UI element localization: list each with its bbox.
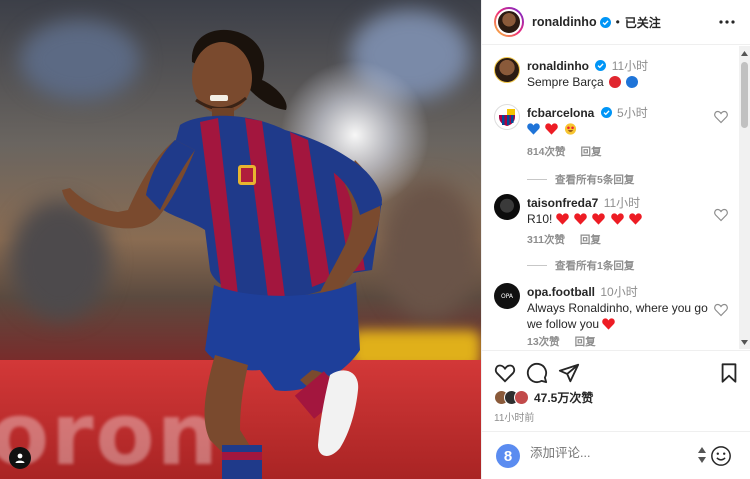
comment-username[interactable]: opa.football [527,285,595,299]
post-panel: ronaldinho • 已关注 ronaldinho 11小时 Sempre … [481,0,750,479]
red-heart-emoji [574,213,587,225]
verified-badge-icon [599,16,611,28]
likes-count[interactable]: 47.5万次赞 [534,389,593,406]
paper-plane-icon[interactable] [558,362,580,384]
comment-emojis [527,121,717,137]
user-silhouette-icon [15,453,25,463]
caption-username[interactable]: ronaldinho [527,59,589,73]
red-heart-emoji [545,123,559,135]
author-avatar[interactable] [494,7,524,37]
verified-badge-icon [595,60,607,71]
scroll-down-arrow-icon[interactable] [741,338,748,346]
view-replies-button[interactable]: 查看所有1条回复 [527,258,634,273]
emoji-picker-icon[interactable] [710,445,732,467]
star-struck-emoji [564,123,576,135]
comment-likes[interactable]: 13次赞 [527,336,560,348]
stepper-arrows-icon[interactable] [698,447,706,463]
comment-likes[interactable]: 814次赞 [527,146,566,158]
post-header: ronaldinho • 已关注 [482,0,750,45]
comment-text: Always Ronaldinho, where you go we follo… [527,301,708,331]
player-figure [62,29,382,479]
view-replies-button[interactable]: 查看所有5条回复 [527,172,634,187]
comment-username[interactable]: taisonfreda7 [527,196,598,210]
author-avatar[interactable] [494,57,520,83]
comment-meta: 311次赞 回复 [527,232,613,247]
verified-badge-icon [600,107,612,118]
comment-time[interactable]: 5小时 [617,106,648,120]
comment-time[interactable]: 11小时 [604,196,640,210]
caption-time[interactable]: 11小时 [612,59,648,73]
reply-button[interactable]: 回复 [580,234,601,246]
red-heart-emoji [602,318,616,330]
posted-time[interactable]: 11小时前 [494,409,534,424]
red-heart-emoji [629,213,642,225]
red-circle-emoji [609,76,622,88]
comment-composer: 8 [482,431,750,479]
bookmark-icon[interactable] [718,362,740,384]
blue-heart-emoji [527,123,540,135]
comment-meta: 13次赞 回复 [527,334,608,349]
taisonfreda7-avatar[interactable] [494,194,520,220]
heart-outline-icon[interactable] [714,110,728,124]
barca-crest-icon [499,109,515,126]
smiley-icon[interactable]: 8 [496,444,520,468]
tagged-user-icon[interactable] [9,447,31,469]
comment-username[interactable]: fcbarcelona [527,106,594,120]
view-replies-label: 查看所有1条回复 [555,260,635,272]
reply-button[interactable]: 回复 [580,146,601,158]
opa-football-avatar[interactable]: OPA [494,283,520,309]
red-heart-emoji [610,213,624,225]
post-actions: 47.5万次赞 11小时前 [482,350,750,440]
fcbarcelona-avatar[interactable] [494,104,520,130]
heart-outline-icon[interactable] [714,208,728,222]
red-heart-emoji [592,213,606,225]
comment-meta: 814次赞 回复 [527,144,613,159]
comment-likes[interactable]: 311次赞 [527,234,565,246]
heart-outline-icon[interactable] [714,303,728,317]
speech-bubble-icon[interactable] [526,362,548,384]
red-heart-emoji [555,213,569,225]
follow-status-button[interactable]: 已关注 [625,14,661,31]
caption-text: Sempre Barça [527,75,604,89]
reply-button[interactable]: 回复 [575,336,596,348]
comment-time[interactable]: 10小时 [600,285,637,299]
comment-input[interactable] [530,446,690,460]
comments-scrollbar[interactable] [739,46,750,349]
view-replies-label: 查看所有5条回复 [555,174,635,186]
scrollbar-thumb[interactable] [741,62,748,128]
likes-summary[interactable]: 47.5万次赞 [494,389,593,406]
liker-avatar [514,390,529,405]
comment-text: R10! [527,212,553,226]
post-image[interactable]: oron [0,0,481,479]
heart-outline-icon[interactable] [494,362,516,384]
blue-circle-emoji [626,76,639,88]
more-horizontal-icon[interactable] [717,12,737,32]
scroll-up-arrow-icon[interactable] [741,49,748,57]
author-username[interactable]: ronaldinho [532,15,597,29]
separator-dot: • [615,15,620,29]
comments-list[interactable]: ronaldinho 11小时 Sempre Barça fcbarcelona… [482,46,740,349]
